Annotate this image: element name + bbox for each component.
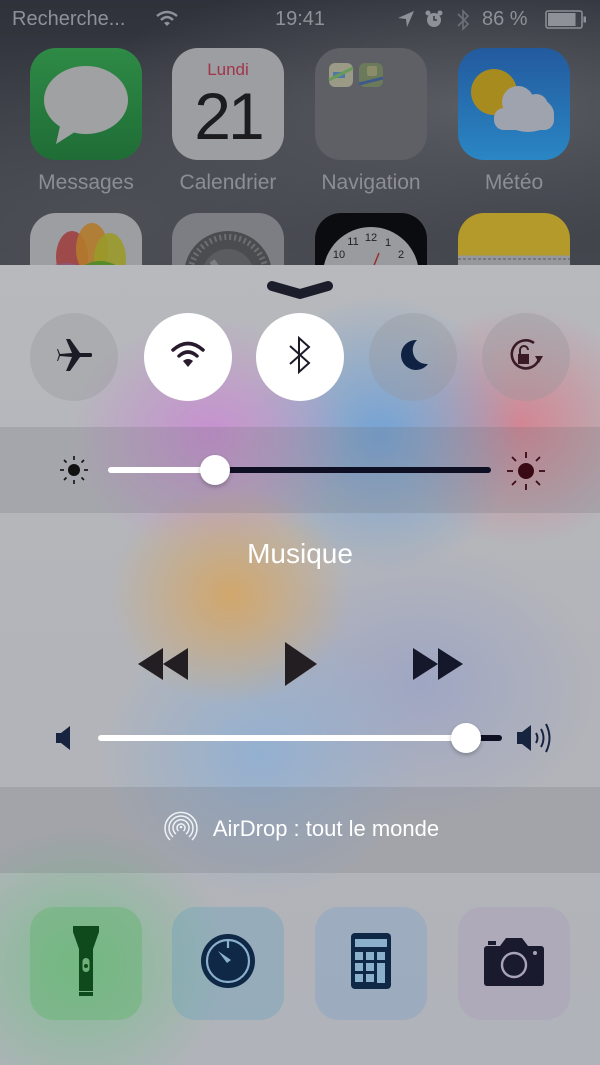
brightness-slider[interactable]: [108, 455, 491, 485]
svg-text:11: 11: [347, 236, 358, 248]
brightness-track-empty: [215, 467, 491, 473]
svg-text:10: 10: [333, 249, 345, 261]
do-not-disturb-toggle[interactable]: [369, 313, 457, 401]
alarm-icon: [424, 9, 444, 35]
fast-forward-button[interactable]: [411, 647, 465, 685]
speaker-low-icon: [54, 725, 74, 756]
app-label: Messages: [38, 171, 134, 194]
location-icon: [397, 10, 415, 34]
rotation-lock-icon: [504, 333, 548, 382]
rewind-button[interactable]: [136, 647, 190, 685]
app-label: Calendrier: [179, 171, 277, 194]
chevron-down-icon[interactable]: [267, 279, 333, 301]
brightness-section: [0, 427, 600, 513]
brightness-track-filled: [108, 467, 215, 473]
airplane-icon: [56, 337, 93, 378]
app-weather[interactable]: Météo: [458, 48, 570, 195]
battery-icon: [545, 10, 587, 29]
folder-icon: [315, 48, 427, 160]
bluetooth-icon: [287, 334, 313, 381]
calendar-icon: Lundi 21: [172, 48, 284, 160]
svg-text:1: 1: [385, 237, 391, 249]
play-icon: [284, 641, 318, 692]
volume-slider[interactable]: [98, 723, 502, 753]
sun-large-icon: [505, 450, 547, 497]
calendar-day: Lundi: [207, 60, 249, 79]
app-label: Météo: [484, 171, 544, 194]
app-folder-navigation[interactable]: Navigation: [315, 48, 427, 195]
airplane-mode-toggle[interactable]: [30, 313, 118, 401]
battery-percent: 86 %: [482, 8, 528, 30]
camera-button[interactable]: [458, 907, 570, 1020]
svg-text:2: 2: [398, 249, 404, 261]
control-center: Musique AirDrop : tout le monde: [0, 265, 600, 1065]
calendar-date: 21: [194, 79, 264, 153]
app-messages[interactable]: Messages: [30, 48, 142, 195]
flashlight-icon: [71, 925, 101, 1002]
calculator-button[interactable]: [315, 907, 427, 1020]
airdrop-button[interactable]: AirDrop : tout le monde: [0, 809, 600, 849]
rewind-icon: [136, 646, 190, 687]
sun-small-icon: [58, 454, 90, 491]
app-calendar[interactable]: Lundi 21 Calendrier: [172, 48, 284, 195]
airdrop-label: AirDrop : tout le monde: [212, 816, 440, 841]
wifi-icon: [170, 340, 206, 375]
home-screen: Recherche... 19:41 86 % Messages Lundi 2…: [0, 0, 600, 325]
fast-forward-icon: [411, 646, 465, 687]
flashlight-button[interactable]: [30, 907, 142, 1020]
messages-icon: [30, 48, 142, 160]
svg-text:12: 12: [365, 232, 377, 244]
bluetooth-icon: [456, 8, 470, 38]
airdrop-icon: [161, 806, 201, 852]
weather-icon: [458, 48, 570, 160]
brightness-slider-thumb[interactable]: [200, 455, 230, 485]
camera-icon: [484, 936, 544, 991]
app-label: Navigation: [321, 171, 421, 194]
moon-icon: [395, 337, 431, 378]
status-bar: Recherche... 19:41 86 %: [0, 0, 600, 38]
timer-button[interactable]: [172, 907, 284, 1020]
music-title: Musique: [247, 538, 353, 569]
wifi-toggle[interactable]: [144, 313, 232, 401]
volume-slider-thumb[interactable]: [451, 723, 481, 753]
rotation-lock-toggle[interactable]: [482, 313, 570, 401]
speaker-high-icon: [516, 721, 558, 760]
timer-icon: [200, 933, 256, 994]
volume-track-filled: [98, 735, 466, 741]
play-button[interactable]: [283, 641, 319, 692]
calculator-icon: [351, 933, 391, 994]
bluetooth-toggle[interactable]: [256, 313, 344, 401]
